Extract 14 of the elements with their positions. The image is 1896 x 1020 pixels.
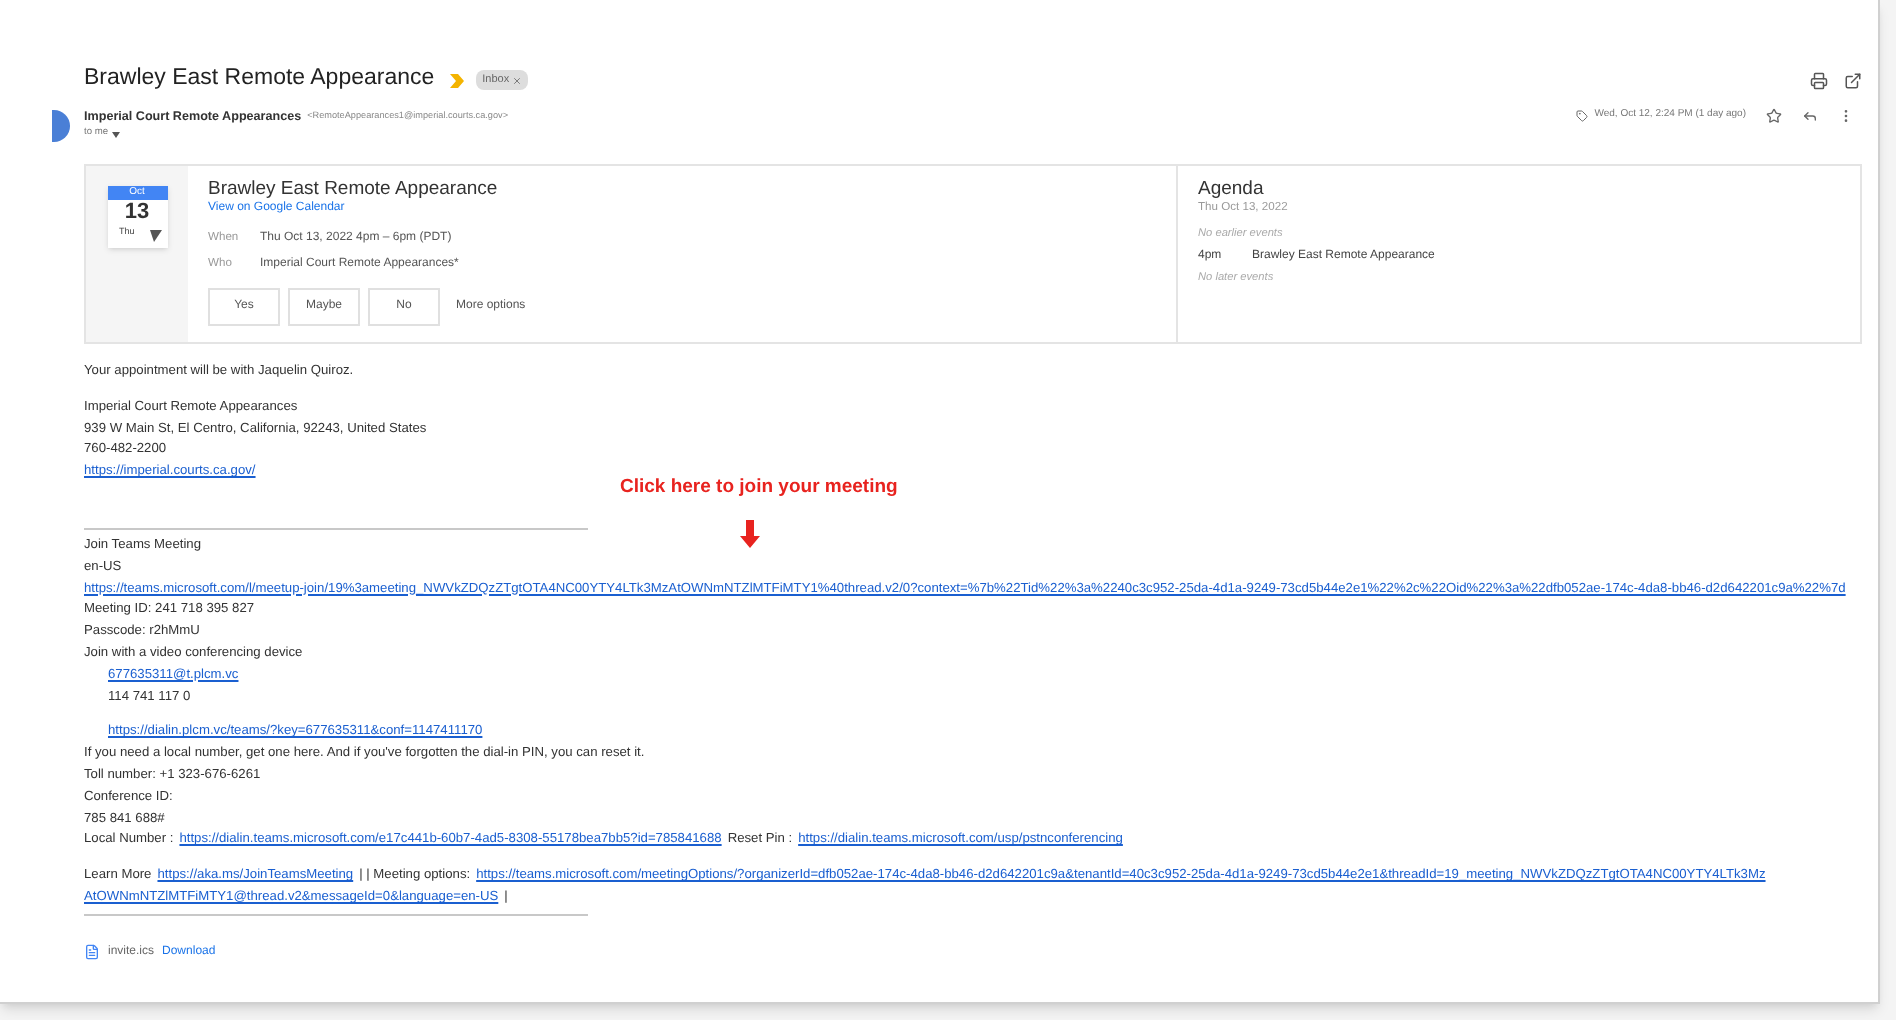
annotation-text: Click here to join your meeting <box>620 478 898 500</box>
new-window-icon[interactable] <box>1844 71 1862 89</box>
print-icon[interactable] <box>1810 71 1828 89</box>
reply-icon[interactable] <box>1802 108 1818 124</box>
email-subject: Brawley East Remote Appearance <box>84 64 435 95</box>
agenda-title: Agenda <box>1198 178 1266 200</box>
file-icon <box>84 944 100 961</box>
star-icon[interactable] <box>1766 108 1782 124</box>
dropdown-caret-icon[interactable] <box>112 131 120 138</box>
down-arrow-icon <box>740 519 761 548</box>
event-title: Brawley East Remote Appearance <box>208 178 500 200</box>
importance-marker-icon[interactable] <box>450 73 465 87</box>
calendar-day: 13 <box>124 200 150 226</box>
label-icon <box>1576 110 1589 122</box>
